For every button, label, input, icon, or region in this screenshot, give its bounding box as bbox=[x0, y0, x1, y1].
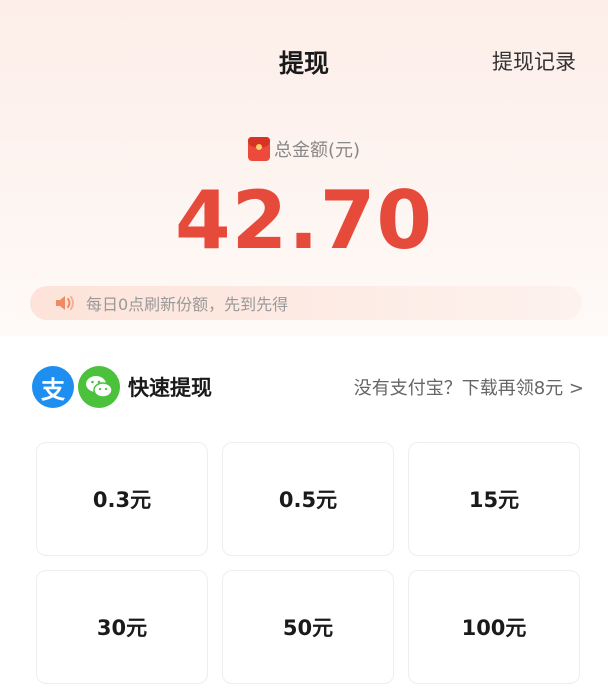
total-amount-value: 42.70 bbox=[174, 174, 434, 267]
amount-option-100[interactable]: 100元 bbox=[408, 570, 580, 684]
amount-option-50[interactable]: 50元 bbox=[222, 570, 394, 684]
wechat-icon bbox=[78, 366, 120, 408]
withdraw-history-link[interactable]: 提现记录 bbox=[492, 46, 576, 76]
amount-option-0.5[interactable]: 0.5元 bbox=[222, 442, 394, 556]
notice-text: 每日0点刷新份额，先到先得 bbox=[86, 295, 289, 314]
amount-option-15[interactable]: 15元 bbox=[408, 442, 580, 556]
quick-withdraw-row: 支 快速提现 没有支付宝？下载再领8元 > bbox=[32, 362, 584, 412]
total-amount-label-row: 总金额(元) bbox=[0, 136, 608, 162]
quick-withdraw-title: 快速提现 bbox=[128, 376, 212, 400]
amount-options-grid: 0.3元 0.5元 15元 30元 50元 100元 bbox=[36, 442, 582, 684]
amount-option-0.3[interactable]: 0.3元 bbox=[36, 442, 208, 556]
red-envelope-icon bbox=[247, 137, 270, 161]
alipay-icon: 支 bbox=[32, 366, 74, 408]
amount-option-30[interactable]: 30元 bbox=[36, 570, 208, 684]
total-amount-label: 总金额(元) bbox=[273, 140, 361, 161]
speaker-icon bbox=[56, 296, 74, 310]
header: 提现 提现记录 bbox=[0, 0, 608, 120]
notice-bar: 每日0点刷新份额，先到先得 bbox=[30, 286, 582, 320]
download-alipay-link[interactable]: 没有支付宝？下载再领8元 > bbox=[354, 374, 584, 400]
